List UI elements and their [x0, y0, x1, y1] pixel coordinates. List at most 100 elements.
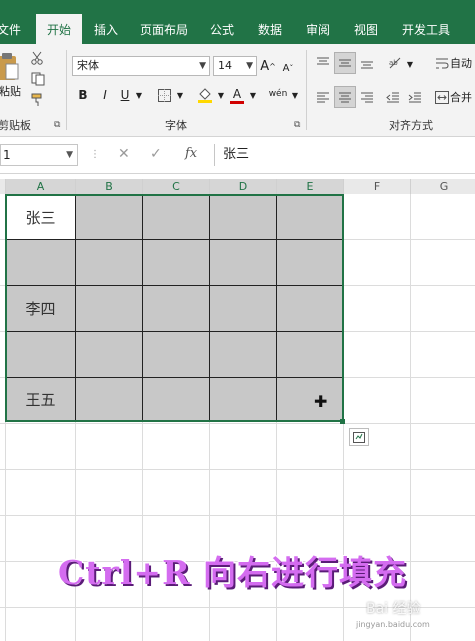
align-center-icon[interactable]: [334, 86, 356, 108]
cell-a2[interactable]: [6, 240, 76, 286]
paste-icon[interactable]: [0, 50, 22, 84]
cell-a3[interactable]: 李四: [6, 286, 76, 332]
tab-home[interactable]: 开始: [36, 14, 82, 44]
column-header-c[interactable]: C: [143, 179, 210, 194]
cell-d5[interactable]: [210, 378, 277, 422]
column-header-a[interactable]: A: [6, 179, 76, 194]
tab-view[interactable]: 视图: [348, 16, 384, 44]
cell-c1[interactable]: [143, 195, 210, 240]
wrap-text-icon[interactable]: [434, 54, 450, 72]
column-header-b[interactable]: B: [76, 179, 143, 194]
underline-dropdown-icon[interactable]: ▼: [134, 86, 144, 104]
fill-color-icon[interactable]: [196, 84, 214, 106]
grow-font-button[interactable]: A ^: [260, 56, 276, 76]
drag-handle-icon[interactable]: ⋮: [90, 149, 100, 160]
tab-developer[interactable]: 开发工具: [396, 16, 456, 44]
tab-formulas[interactable]: 公式: [204, 16, 240, 44]
cell-d4[interactable]: [210, 332, 277, 378]
font-name-combo[interactable]: 宋体 ▼: [72, 56, 210, 76]
cell-b4[interactable]: [76, 332, 143, 378]
merge-center-icon[interactable]: [434, 88, 450, 106]
chevron-down-icon[interactable]: ▼: [248, 86, 258, 104]
cell-d1[interactable]: [210, 195, 277, 240]
font-name-value: 宋体: [77, 59, 99, 72]
shrink-font-icon: A: [282, 62, 290, 74]
borders-icon[interactable]: [156, 86, 172, 104]
cell-a5[interactable]: 王五: [6, 378, 76, 422]
shrink-font-button[interactable]: Aˇ: [281, 58, 295, 78]
cell-d2[interactable]: [210, 240, 277, 286]
underline-button[interactable]: U: [118, 86, 132, 104]
cell-e5[interactable]: [277, 378, 344, 422]
copy-icon[interactable]: [28, 71, 50, 87]
name-box[interactable]: 1 ▼: [0, 144, 78, 166]
tab-page-layout[interactable]: 页面布局: [136, 16, 192, 44]
font-launcher-icon[interactable]: ⧉: [294, 120, 300, 130]
formula-bar: 1 ▼ ⋮ ✕ ✓ fx 张三: [0, 137, 475, 174]
cell-c4[interactable]: [143, 332, 210, 378]
cell-e4[interactable]: [277, 332, 344, 378]
enter-icon[interactable]: ✓: [150, 146, 162, 162]
bold-button[interactable]: B: [76, 86, 90, 104]
ribbon-tab-bar: 文件 开始 插入 页面布局 公式 数据 审阅 视图 开发工具: [0, 0, 475, 44]
chevron-down-icon[interactable]: ▼: [175, 86, 185, 104]
cell-c3[interactable]: [143, 286, 210, 332]
column-headers: A B C D E F G: [0, 179, 475, 195]
align-left-icon[interactable]: [314, 88, 332, 106]
paste-button[interactable]: 粘贴: [0, 84, 24, 98]
cell-b5[interactable]: [76, 378, 143, 422]
ribbon: 粘贴 剪贴板 ⧉ 宋体 ▼ 14 ▼ A ^ Aˇ B I U ▼ ▼ ▼ A ▼…: [0, 44, 475, 137]
tab-data[interactable]: 数据: [252, 16, 288, 44]
merge-center-button[interactable]: 合并: [450, 88, 475, 106]
cancel-icon[interactable]: ✕: [118, 146, 130, 162]
italic-button[interactable]: I: [98, 86, 112, 104]
insert-function-icon[interactable]: fx: [185, 146, 197, 161]
alignment-group-label: 对齐方式: [389, 119, 433, 132]
tab-file[interactable]: 文件: [0, 16, 22, 44]
font-color-icon: A: [232, 86, 242, 101]
phonetic-guide-button[interactable]: wén: [266, 82, 290, 106]
cell-e2[interactable]: [277, 240, 344, 286]
align-middle-icon[interactable]: [334, 52, 356, 74]
chevron-down-icon[interactable]: ▼: [216, 86, 226, 104]
clipboard-launcher-icon[interactable]: ⧉: [54, 120, 60, 130]
clipboard-group-label: 剪贴板: [0, 119, 31, 132]
chevron-down-icon: ▼: [199, 61, 206, 71]
column-header-g[interactable]: G: [411, 179, 475, 194]
cell-b1[interactable]: [76, 195, 143, 240]
column-header-e[interactable]: E: [277, 179, 344, 194]
column-header-d[interactable]: D: [210, 179, 277, 194]
cell-b2[interactable]: [76, 240, 143, 286]
cell-c2[interactable]: [143, 240, 210, 286]
font-size-combo[interactable]: 14 ▼: [213, 56, 257, 76]
decrease-indent-icon[interactable]: [384, 88, 402, 106]
separator: [66, 50, 67, 130]
formula-input[interactable]: 张三: [214, 144, 475, 166]
cell-a4[interactable]: [6, 332, 76, 378]
quick-analysis-icon[interactable]: [349, 428, 369, 446]
cell-d3[interactable]: [210, 286, 277, 332]
chevron-down-icon[interactable]: ▼: [405, 56, 415, 72]
caption-text: Ctrl+R 向右进行填充: [58, 553, 407, 592]
wrap-text-button[interactable]: 自动: [450, 54, 475, 72]
align-top-icon[interactable]: [314, 54, 332, 72]
chevron-down-icon[interactable]: ▼: [290, 86, 300, 104]
gridline: [410, 194, 411, 641]
tab-insert[interactable]: 插入: [88, 16, 124, 44]
watermark: Bai 经验: [366, 601, 421, 617]
format-painter-icon[interactable]: [28, 92, 46, 108]
cell-a1[interactable]: 张三: [6, 195, 76, 240]
cell-c5[interactable]: [143, 378, 210, 422]
column-header-f[interactable]: F: [344, 179, 411, 194]
font-color-button[interactable]: A: [228, 84, 246, 106]
cut-icon[interactable]: [28, 50, 46, 66]
increase-indent-icon[interactable]: [406, 88, 424, 106]
tab-review[interactable]: 审阅: [300, 16, 336, 44]
align-right-icon[interactable]: [358, 88, 376, 106]
align-bottom-icon[interactable]: [358, 54, 376, 72]
fill-handle[interactable]: [340, 419, 345, 424]
cell-e3[interactable]: [277, 286, 344, 332]
cell-b3[interactable]: [76, 286, 143, 332]
cell-e1[interactable]: [277, 195, 344, 240]
orientation-icon[interactable]: ab: [386, 54, 406, 72]
